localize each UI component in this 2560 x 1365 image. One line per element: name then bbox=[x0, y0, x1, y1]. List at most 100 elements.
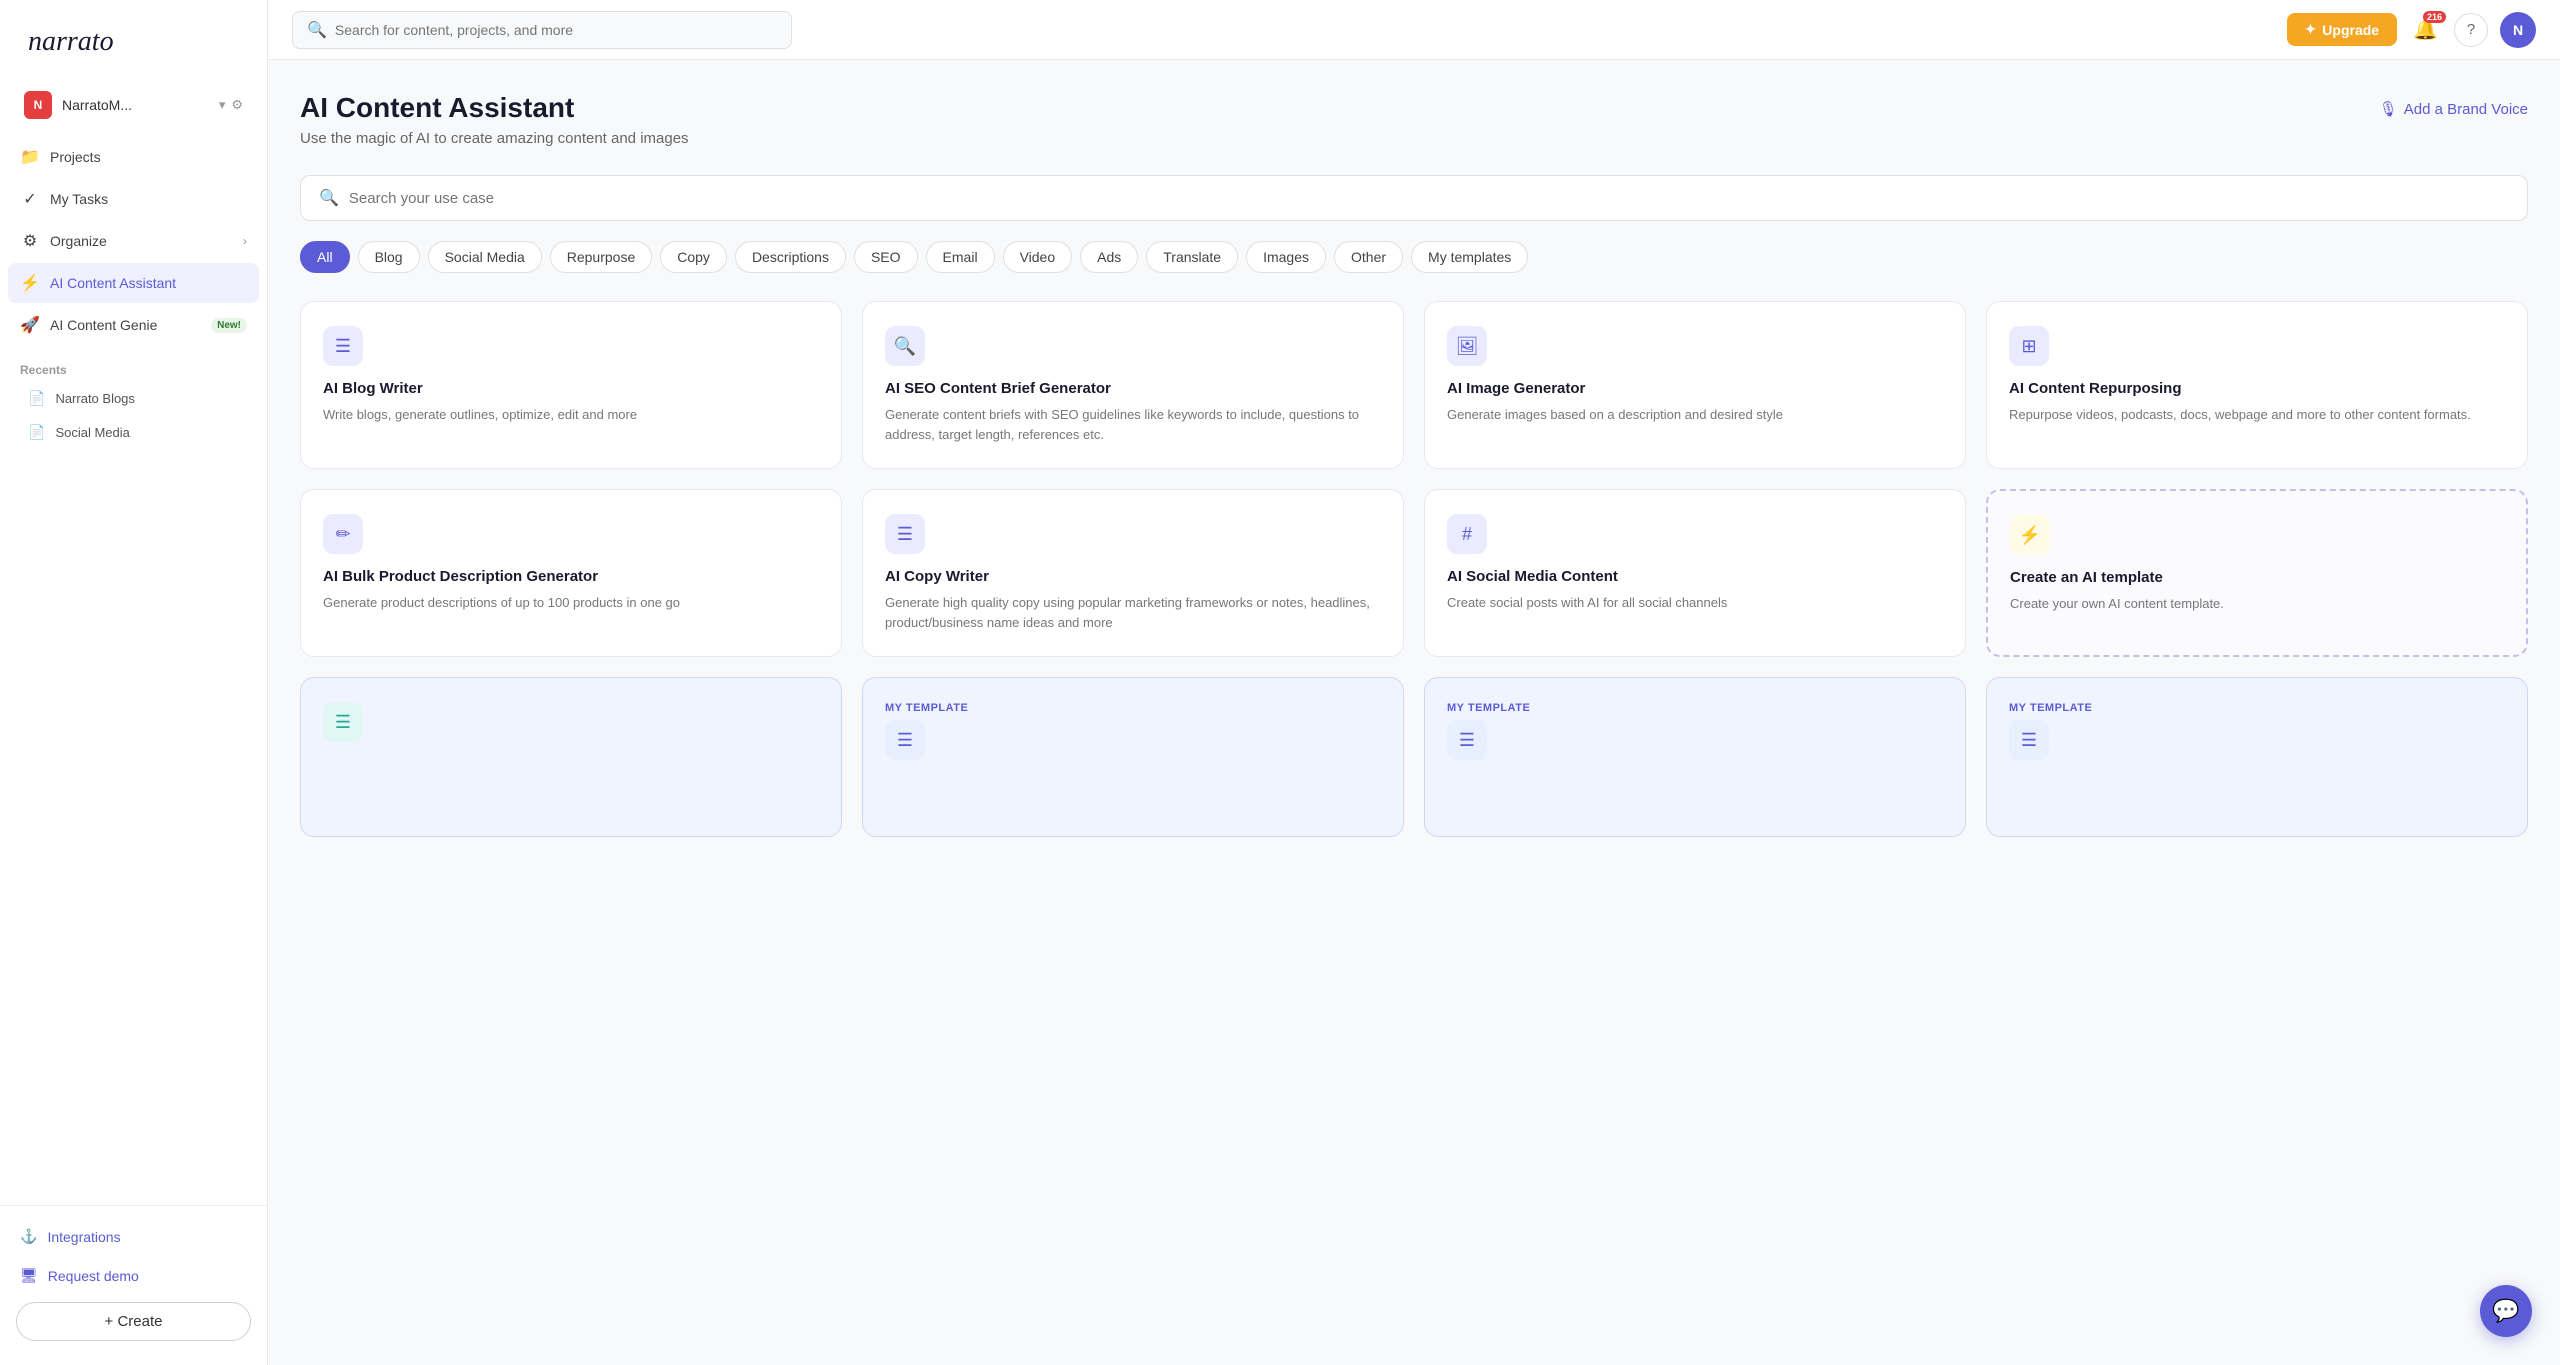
card-icon: 🔍 bbox=[885, 326, 925, 366]
card-desc: Generate images based on a description a… bbox=[1447, 405, 1943, 425]
sidebar-item-organize[interactable]: ⚙ Organize › bbox=[8, 221, 259, 261]
card-icon: ☰ bbox=[885, 720, 925, 760]
filter-repurpose[interactable]: Repurpose bbox=[550, 241, 653, 273]
filter-seo[interactable]: SEO bbox=[854, 241, 918, 273]
star-icon: ✦ bbox=[2305, 21, 2317, 38]
filter-video[interactable]: Video bbox=[1003, 241, 1073, 273]
card-icon: 🖼 bbox=[1447, 326, 1487, 366]
filter-copy[interactable]: Copy bbox=[660, 241, 727, 273]
filter-descriptions[interactable]: Descriptions bbox=[735, 241, 846, 273]
card-bulk-product-desc[interactable]: ✏ AI Bulk Product Description Generator … bbox=[300, 489, 842, 657]
card-copy-writer[interactable]: ☰ AI Copy Writer Generate high quality c… bbox=[862, 489, 1404, 657]
user-avatar-top[interactable]: N bbox=[2500, 12, 2536, 48]
sidebar-bottom: ⚓ Integrations 🖥 Request demo + Create bbox=[0, 1205, 267, 1365]
card-title: AI SEO Content Brief Generator bbox=[885, 380, 1381, 397]
page-content: AI Content Assistant Use the magic of AI… bbox=[268, 60, 2560, 1365]
filter-blog[interactable]: Blog bbox=[358, 241, 420, 273]
sidebar-item-ai-content-assistant[interactable]: ⚡ AI Content Assistant bbox=[8, 263, 259, 303]
chat-icon: 💬 bbox=[2492, 1298, 2519, 1324]
card-my-template-2[interactable]: MY TEMPLATE ☰ bbox=[1424, 677, 1966, 837]
topbar-actions: ✦ Upgrade 🔔 216 ? N bbox=[2287, 12, 2536, 48]
use-case-search[interactable]: 🔍 bbox=[300, 175, 2528, 221]
filter-translate[interactable]: Translate bbox=[1146, 241, 1238, 273]
page-header: AI Content Assistant Use the magic of AI… bbox=[300, 92, 2528, 147]
filter-images[interactable]: Images bbox=[1246, 241, 1326, 273]
sidebar-item-integrations[interactable]: ⚓ Integrations bbox=[8, 1218, 259, 1255]
new-badge: New! bbox=[211, 318, 247, 333]
search-icon: 🔍 bbox=[307, 20, 327, 40]
search-input[interactable] bbox=[335, 22, 777, 38]
topbar: 🔍 ✦ Upgrade 🔔 216 ? N bbox=[268, 0, 2560, 60]
recents-section: Recents 📄 Narrato Blogs 📄 Social Media bbox=[0, 351, 267, 450]
card-my-template-3[interactable]: MY TEMPLATE ☰ bbox=[1986, 677, 2528, 837]
rocket-icon: 🚀 bbox=[20, 315, 40, 335]
list-icon: ☰ bbox=[335, 336, 351, 357]
card-icon: ☰ bbox=[2009, 720, 2049, 760]
filter-ads[interactable]: Ads bbox=[1080, 241, 1138, 273]
user-name: NarratoM... bbox=[62, 97, 209, 113]
doc-icon: ☰ bbox=[1459, 730, 1475, 751]
chat-fab[interactable]: 💬 bbox=[2480, 1285, 2532, 1337]
list-icon: ☰ bbox=[335, 712, 351, 733]
card-bottom-list[interactable]: ☰ bbox=[300, 677, 842, 837]
help-button[interactable]: ? bbox=[2454, 13, 2488, 47]
card-desc: Generate high quality copy using popular… bbox=[885, 593, 1381, 632]
sidebar-item-my-tasks[interactable]: ✓ My Tasks bbox=[8, 179, 259, 219]
logo: narrato bbox=[0, 0, 267, 81]
card-icon: ☰ bbox=[323, 326, 363, 366]
chevron-down-icon[interactable]: ▾ bbox=[219, 97, 226, 113]
global-search[interactable]: 🔍 bbox=[292, 11, 792, 49]
search-icon: 🔍 bbox=[319, 188, 339, 208]
doc-icon: ☰ bbox=[2021, 730, 2037, 751]
filter-my-templates[interactable]: My templates bbox=[1411, 241, 1528, 273]
lines-icon: ☰ bbox=[897, 524, 913, 545]
filter-all[interactable]: All bbox=[300, 241, 350, 273]
card-my-template-1[interactable]: MY TEMPLATE ☰ bbox=[862, 677, 1404, 837]
card-title: Create an AI template bbox=[2010, 569, 2504, 586]
filter-other[interactable]: Other bbox=[1334, 241, 1403, 273]
organize-icon: ⚙ bbox=[20, 231, 40, 251]
card-create-template[interactable]: ⚡ Create an AI template Create your own … bbox=[1986, 489, 2528, 657]
page-subtitle: Use the magic of AI to create amazing co… bbox=[300, 130, 689, 147]
card-desc: Repurpose videos, podcasts, docs, webpag… bbox=[2009, 405, 2505, 425]
card-content-repurposing[interactable]: ⊞ AI Content Repurposing Repurpose video… bbox=[1986, 301, 2528, 469]
sidebar-bottom-label: Integrations bbox=[47, 1229, 120, 1245]
my-template-label: MY TEMPLATE bbox=[2009, 702, 2505, 714]
filter-social-media[interactable]: Social Media bbox=[428, 241, 542, 273]
filter-email[interactable]: Email bbox=[926, 241, 995, 273]
doc-icon: 📄 bbox=[28, 424, 45, 441]
notifications-button[interactable]: 🔔 216 bbox=[2409, 13, 2442, 46]
lightning-icon: ⚡ bbox=[20, 273, 40, 293]
add-brand-voice-button[interactable]: 🎙 Add a Brand Voice bbox=[2379, 92, 2528, 126]
doc-icon: ☰ bbox=[897, 730, 913, 751]
recent-item-label: Narrato Blogs bbox=[55, 391, 134, 406]
svg-text:narrato: narrato bbox=[28, 26, 114, 57]
microphone-icon: 🎙 bbox=[2379, 100, 2398, 118]
card-desc: Create social posts with AI for all soci… bbox=[1447, 593, 1943, 613]
upgrade-button[interactable]: ✦ Upgrade bbox=[2287, 13, 2398, 46]
sidebar-item-label: AI Content Assistant bbox=[50, 275, 247, 291]
anchor-icon: ⚓ bbox=[20, 1228, 37, 1245]
recent-item-narrato-blogs[interactable]: 📄 Narrato Blogs bbox=[8, 382, 259, 415]
card-image-generator[interactable]: 🖼 AI Image Generator Generate images bas… bbox=[1424, 301, 1966, 469]
sidebar-item-ai-content-genie[interactable]: 🚀 AI Content Genie New! bbox=[8, 305, 259, 345]
create-button[interactable]: + Create bbox=[16, 1302, 251, 1341]
card-seo-brief[interactable]: 🔍 AI SEO Content Brief Generator Generat… bbox=[862, 301, 1404, 469]
card-desc: Create your own AI content template. bbox=[2010, 594, 2504, 614]
card-social-media-content[interactable]: # AI Social Media Content Create social … bbox=[1424, 489, 1966, 657]
sidebar-item-request-demo[interactable]: 🖥 Request demo bbox=[8, 1257, 259, 1294]
sidebar-item-label: AI Content Genie bbox=[50, 317, 201, 333]
card-icon: ☰ bbox=[885, 514, 925, 554]
hash-icon: # bbox=[1462, 524, 1472, 545]
use-case-search-input[interactable] bbox=[349, 190, 2509, 207]
card-title: AI Copy Writer bbox=[885, 568, 1381, 585]
cards-grid: ☰ AI Blog Writer Write blogs, generate o… bbox=[300, 301, 2528, 837]
sidebar: narrato N NarratoM... ▾ ⚙ 📁 Projects ✓ M… bbox=[0, 0, 268, 1365]
lightning-icon: ⚡ bbox=[2019, 525, 2041, 546]
filter-tabs: All Blog Social Media Repurpose Copy Des… bbox=[300, 241, 2528, 273]
card-blog-writer[interactable]: ☰ AI Blog Writer Write blogs, generate o… bbox=[300, 301, 842, 469]
recent-item-social-media[interactable]: 📄 Social Media bbox=[8, 416, 259, 449]
sidebar-item-projects[interactable]: 📁 Projects bbox=[8, 137, 259, 177]
user-menu[interactable]: N NarratoM... ▾ ⚙ bbox=[8, 81, 259, 129]
gear-icon[interactable]: ⚙ bbox=[231, 97, 243, 113]
